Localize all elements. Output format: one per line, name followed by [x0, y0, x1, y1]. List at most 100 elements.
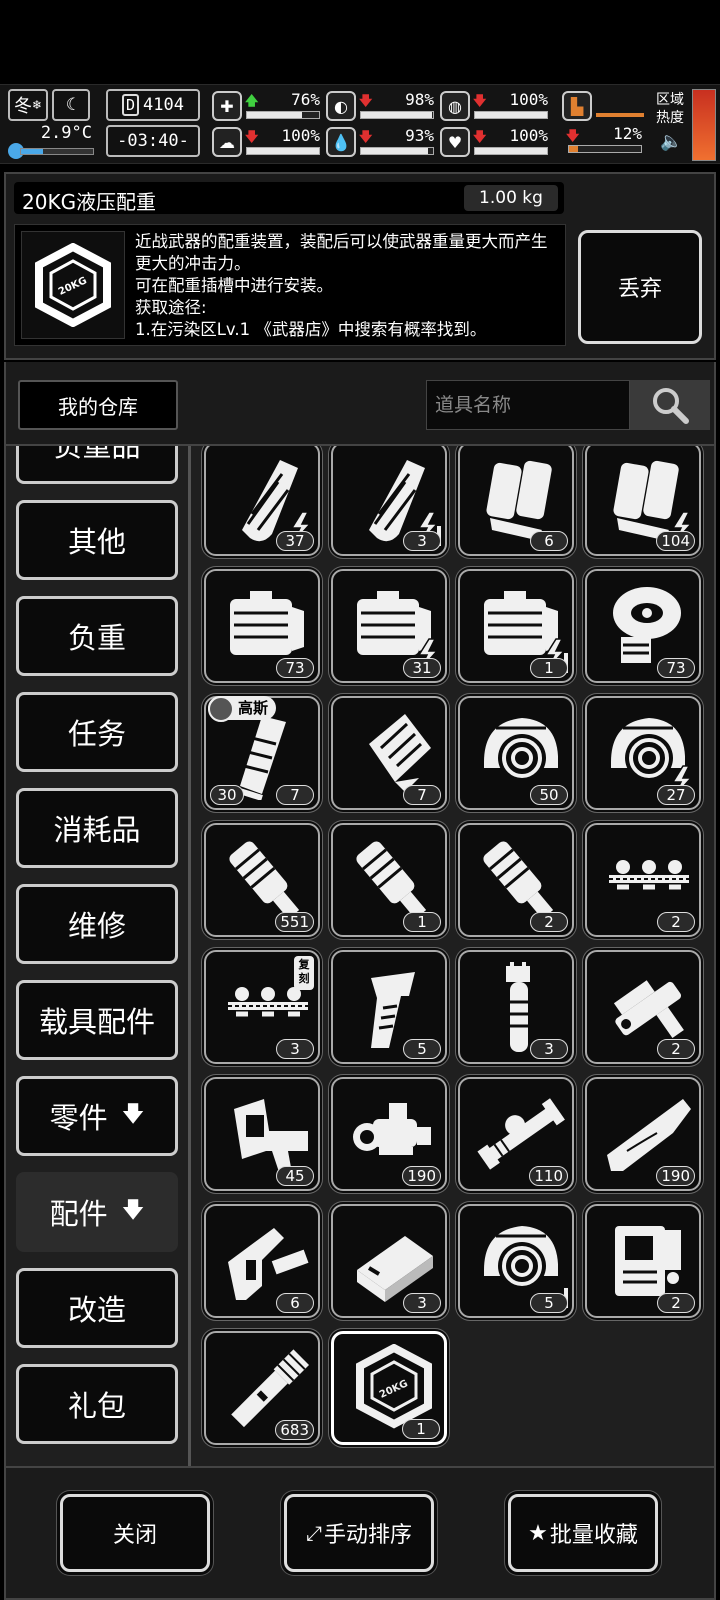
- category-tab[interactable]: 负重: [16, 596, 178, 676]
- inventory-slot[interactable]: 37: [204, 446, 320, 556]
- temperature-value: 2.9°C: [40, 123, 92, 143]
- health-icon: ✚: [212, 91, 242, 121]
- inventory-slot[interactable]: 104: [585, 446, 701, 556]
- inventory-slot[interactable]: 50: [458, 696, 574, 810]
- item-count: 5: [530, 1293, 568, 1313]
- stamina-icon: ☁: [212, 127, 242, 157]
- search-icon: [653, 388, 689, 424]
- manual-sort-button[interactable]: ⤢ 手动排序: [284, 1494, 434, 1572]
- item-count: 104: [656, 531, 695, 551]
- discard-button[interactable]: 丢弃: [578, 230, 702, 344]
- inventory-slot[interactable]: 190: [585, 1077, 701, 1191]
- inventory-slot[interactable]: 20KG 1: [331, 1331, 447, 1445]
- inventory-slot[interactable]: 2: [585, 1204, 701, 1318]
- category-tab[interactable]: 维修: [16, 884, 178, 964]
- warehouse-tab[interactable]: 我的仓库: [18, 380, 178, 430]
- item-count: 73: [657, 658, 695, 678]
- stat-health: ✚ 🡅 76%: [212, 90, 322, 123]
- clock-value: -03:40-: [117, 131, 189, 151]
- inventory-slot[interactable]: 高斯 30 7: [204, 696, 320, 810]
- category-tab[interactable]: 改造: [16, 1268, 178, 1348]
- category-tab[interactable]: 其他: [16, 500, 178, 580]
- inventory-slot[interactable]: 5: [458, 1204, 574, 1318]
- item-description-box: 20KG 近战武器的配重装置，装配后可以使武器重量更大而产生更大的冲击力。 可在…: [14, 224, 566, 346]
- inventory-slot[interactable]: 683: [204, 1331, 320, 1445]
- batch-favorite-button[interactable]: ★ 批量收藏: [508, 1494, 658, 1572]
- hunger-value: 98%: [405, 90, 434, 109]
- health-bar: [246, 111, 320, 119]
- item-count: 7: [276, 785, 314, 805]
- category-tab[interactable]: 消耗品: [16, 788, 178, 868]
- inventory-area: 负重品 其他 负重 任务 消耗品 维修 载具配件 零件 🡇 配件 🡇 改造 礼包 37 3 6 104 73 31…: [4, 446, 716, 1466]
- energy-icon: ◍: [440, 91, 470, 121]
- inventory-slot[interactable]: 1: [458, 569, 574, 683]
- inventory-slot[interactable]: 73: [585, 569, 701, 683]
- energy-bar: [474, 111, 548, 119]
- mood-value: 100%: [509, 126, 548, 145]
- inventory-slot[interactable]: 7: [331, 696, 447, 810]
- inventory-slot[interactable]: 6: [204, 1204, 320, 1318]
- item-count: 683: [275, 1420, 314, 1440]
- close-button[interactable]: 关闭: [60, 1494, 210, 1572]
- day-icon: D: [122, 94, 140, 116]
- replica-tag: 复刻: [294, 956, 314, 990]
- category-tab[interactable]: 负重品: [16, 446, 178, 484]
- category-tab[interactable]: 配件 🡇: [16, 1172, 178, 1252]
- stat-mood: ♥ 🡇 100%: [440, 126, 550, 159]
- hunger-icon: ◐: [326, 91, 356, 121]
- inventory-slot[interactable]: 2: [585, 950, 701, 1064]
- search-input[interactable]: [426, 380, 630, 430]
- day-counter: D 4104: [106, 89, 200, 121]
- inventory-slot[interactable]: 3: [458, 950, 574, 1064]
- batch-favorite-label: 批量收藏: [549, 1523, 638, 1548]
- inventory-slot[interactable]: 5: [331, 950, 447, 1064]
- season-indicator: 冬 ❄: [8, 89, 48, 121]
- category-tab[interactable]: 任务: [16, 692, 178, 772]
- item-count: 190: [402, 1166, 441, 1186]
- inventory-slot[interactable]: 190: [331, 1077, 447, 1191]
- category-tab[interactable]: 零件 🡇: [16, 1076, 178, 1156]
- inventory-slot[interactable]: 复刻 3: [204, 950, 320, 1064]
- snow-icon: ❄: [31, 98, 43, 112]
- inventory-slot[interactable]: 31: [331, 569, 447, 683]
- item-info-panel: 20KG液压配重 1.00 kg 20KG 近战武器的配重装置，装配后可以使武器…: [4, 172, 716, 360]
- load-value: 12%: [613, 124, 642, 143]
- inventory-slot[interactable]: 1: [331, 823, 447, 937]
- item-count: 1: [402, 1419, 440, 1439]
- inventory-slot[interactable]: 3: [331, 1204, 447, 1318]
- region-heat-label: 区域 热度: [656, 91, 684, 127]
- item-count: 37: [276, 531, 314, 551]
- inventory-slot[interactable]: 27: [585, 696, 701, 810]
- item-count: 1: [403, 912, 441, 932]
- search-button[interactable]: [630, 380, 710, 430]
- item-name: 20KG液压配重: [22, 190, 157, 214]
- stamina-bar: [246, 147, 320, 155]
- region-heat-label-2: 热度: [656, 110, 684, 126]
- category-label: 零件: [49, 1101, 108, 1135]
- inventory-slot[interactable]: 6: [458, 446, 574, 556]
- warehouse-header: 我的仓库: [4, 362, 716, 446]
- weight-20kg-icon: 20KG: [21, 231, 125, 339]
- item-count: 551: [275, 912, 314, 932]
- category-label: 礼包: [67, 1389, 126, 1423]
- close-label: 关闭: [112, 1523, 157, 1548]
- inventory-slot[interactable]: 2: [585, 823, 701, 937]
- speaker-icon[interactable]: 🔈: [660, 131, 682, 152]
- inventory-slot[interactable]: 110: [458, 1077, 574, 1191]
- inventory-slot[interactable]: 2: [458, 823, 574, 937]
- mood-bar: [474, 147, 548, 155]
- weight-icon-text: 20KG: [378, 1378, 410, 1401]
- category-tab[interactable]: 礼包: [16, 1364, 178, 1444]
- expand-arrow-icon: 🡇: [121, 1198, 145, 1223]
- item-grid: 37 3 6 104 73 31 1 73 高斯 30 7 7 50 27 551 1 2 2 复刻 3 5 3 2 45 19…: [192, 446, 714, 1466]
- inventory-slot[interactable]: 73: [204, 569, 320, 683]
- inventory-slot[interactable]: 3: [331, 446, 447, 556]
- sidebar-divider: [188, 446, 191, 1466]
- category-label: 载具配件: [38, 1005, 155, 1039]
- inventory-slot[interactable]: 551: [204, 823, 320, 937]
- inventory-slot[interactable]: 45: [204, 1077, 320, 1191]
- moon-icon: ☾: [52, 89, 90, 121]
- category-label: 任务: [67, 717, 126, 751]
- gauss-badge-icon: [208, 696, 234, 722]
- category-tab[interactable]: 载具配件: [16, 980, 178, 1060]
